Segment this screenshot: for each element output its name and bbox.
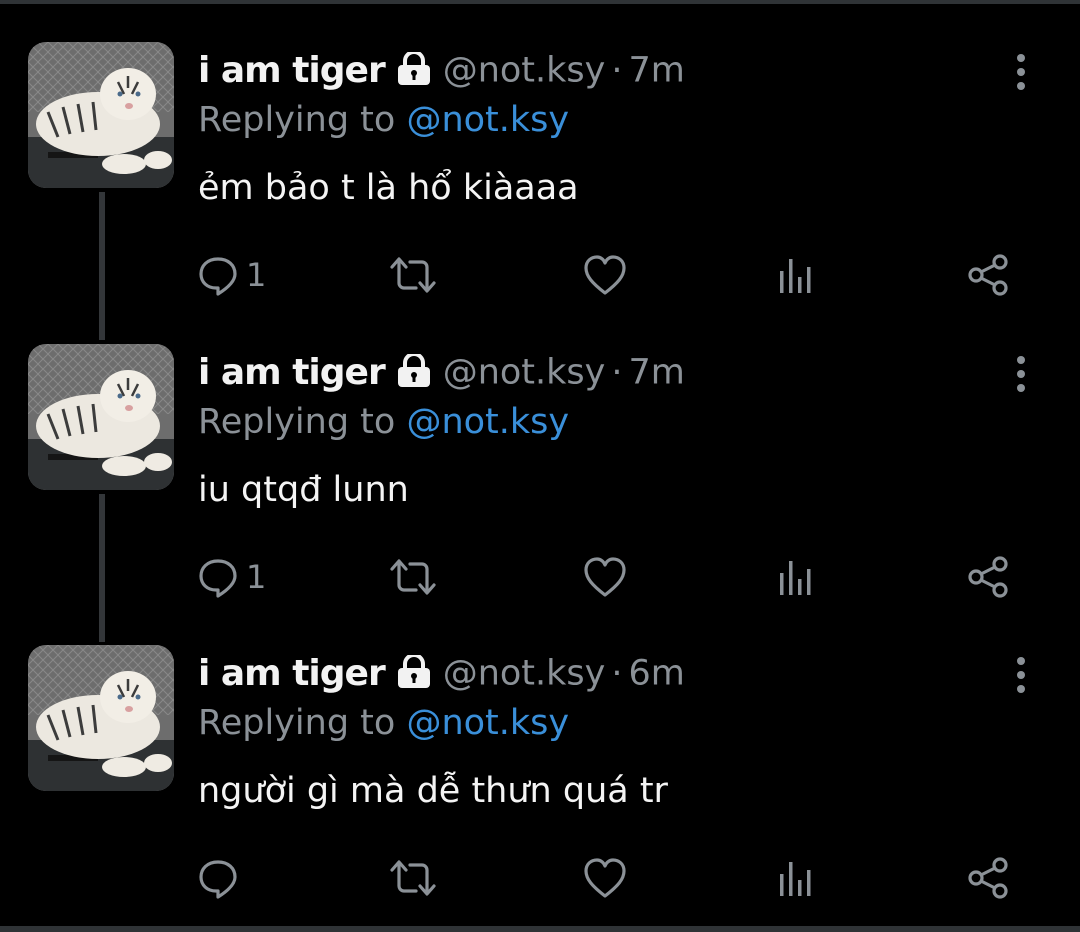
replying-to-label: Replying to xyxy=(198,100,407,140)
separator-dot: · xyxy=(611,50,623,91)
display-name[interactable]: i am tiger xyxy=(198,352,386,393)
views-button[interactable] xyxy=(776,250,816,300)
tweet-actions: 1 xyxy=(196,552,1046,602)
white-tiger-avatar-image xyxy=(28,645,174,791)
views-button[interactable] xyxy=(776,552,816,602)
analytics-icon xyxy=(776,555,816,599)
share-icon xyxy=(966,555,1012,599)
replying-to-line: Replying to @not.ksy xyxy=(198,402,569,442)
reply-button[interactable]: 1 xyxy=(196,552,266,602)
reply-button[interactable] xyxy=(196,853,246,903)
avatar[interactable] xyxy=(28,42,174,188)
retweet-button[interactable] xyxy=(386,250,440,300)
tweet[interactable]: i am tiger @not.ksy · 7m Replying to @not.… xyxy=(0,302,1080,604)
replying-to-line: Replying to @not.ksy xyxy=(198,100,569,140)
tweet-header: i am tiger @not.ksy · 6m xyxy=(198,652,685,703)
white-tiger-avatar-image xyxy=(28,344,174,490)
retweet-button[interactable] xyxy=(386,853,440,903)
retweet-button[interactable] xyxy=(386,552,440,602)
like-button[interactable] xyxy=(582,552,628,602)
replying-to-label: Replying to xyxy=(198,402,407,442)
replying-to-label: Replying to xyxy=(198,703,407,743)
white-tiger-avatar-image xyxy=(28,42,174,188)
separator-dot: · xyxy=(611,352,623,393)
bottom-divider xyxy=(0,926,1080,932)
lock-icon xyxy=(395,652,433,693)
separator-dot: · xyxy=(611,653,623,694)
tweet[interactable]: i am tiger @not.ksy · 6m Replying to @not.… xyxy=(0,603,1080,905)
timestamp[interactable]: 6m xyxy=(629,654,685,694)
username[interactable]: @not.ksy xyxy=(443,654,606,694)
analytics-icon xyxy=(776,856,816,900)
more-vertical-icon[interactable] xyxy=(1006,655,1036,695)
more-vertical-icon[interactable] xyxy=(1006,354,1036,394)
retweet-icon xyxy=(386,555,440,599)
like-button[interactable] xyxy=(582,250,628,300)
tweet-header: i am tiger @not.ksy · 7m xyxy=(198,351,685,402)
retweet-icon xyxy=(386,253,440,297)
avatar[interactable] xyxy=(28,645,174,791)
views-button[interactable] xyxy=(776,853,816,903)
display-name[interactable]: i am tiger xyxy=(198,653,386,694)
reply-count: 1 xyxy=(246,558,267,596)
reply-icon xyxy=(196,856,240,900)
display-name[interactable]: i am tiger xyxy=(198,50,386,91)
tweet-actions: 1 xyxy=(196,250,1046,300)
tweet-text: người gì mà dễ thưn quá tr xyxy=(198,771,668,811)
lock-icon xyxy=(395,49,433,90)
tweet[interactable]: i am tiger @not.ksy · 7m Replying to @not.… xyxy=(0,0,1080,302)
share-icon xyxy=(966,856,1012,900)
reply-count: 1 xyxy=(246,256,267,294)
replying-to-mention[interactable]: @not.ksy xyxy=(406,703,569,743)
reply-button[interactable]: 1 xyxy=(196,250,266,300)
tweet-text: iu qtqđ lunn xyxy=(198,470,409,510)
reply-icon xyxy=(196,253,240,297)
replying-to-mention[interactable]: @not.ksy xyxy=(406,100,569,140)
analytics-icon xyxy=(776,253,816,297)
lock-icon xyxy=(395,351,433,392)
share-icon xyxy=(966,253,1012,297)
share-button[interactable] xyxy=(966,552,1012,602)
avatar[interactable] xyxy=(28,344,174,490)
username[interactable]: @not.ksy xyxy=(443,51,606,91)
timestamp[interactable]: 7m xyxy=(629,353,685,393)
share-button[interactable] xyxy=(966,250,1012,300)
replying-to-line: Replying to @not.ksy xyxy=(198,703,569,743)
tweet-text: ẻm bảo t là hổ kiàaaa xyxy=(198,168,579,208)
like-button[interactable] xyxy=(582,853,628,903)
username[interactable]: @not.ksy xyxy=(443,353,606,393)
timestamp[interactable]: 7m xyxy=(629,51,685,91)
replying-to-mention[interactable]: @not.ksy xyxy=(406,402,569,442)
tweet-header: i am tiger @not.ksy · 7m xyxy=(198,49,685,100)
heart-icon xyxy=(582,555,628,599)
more-vertical-icon[interactable] xyxy=(1006,52,1036,92)
reply-icon xyxy=(196,555,240,599)
heart-icon xyxy=(582,253,628,297)
retweet-icon xyxy=(386,856,440,900)
tweet-actions xyxy=(196,853,1046,903)
share-button[interactable] xyxy=(966,853,1012,903)
heart-icon xyxy=(582,856,628,900)
